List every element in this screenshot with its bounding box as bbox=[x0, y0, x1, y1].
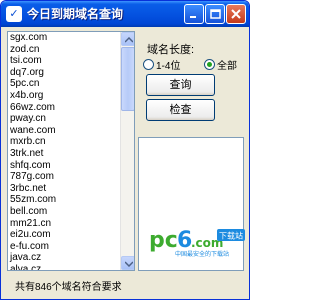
list-item[interactable]: e-fu.com bbox=[10, 241, 118, 253]
list-item[interactable]: java.cz bbox=[10, 252, 118, 264]
list-item[interactable]: x4b.org bbox=[10, 90, 118, 102]
window-title: 今日到期域名查询 bbox=[27, 7, 124, 21]
list-item[interactable]: 5pc.cn bbox=[10, 78, 118, 90]
maximize-button[interactable] bbox=[205, 4, 225, 24]
chevron-down-icon bbox=[125, 261, 133, 267]
scroll-up-button[interactable] bbox=[121, 32, 134, 46]
radio-all-circle[interactable] bbox=[204, 59, 215, 70]
chevron-up-icon bbox=[125, 37, 133, 43]
list-scrollbar[interactable] bbox=[120, 32, 134, 270]
scroll-down-button[interactable] bbox=[121, 256, 134, 270]
query-button[interactable]: 查询 bbox=[146, 74, 215, 96]
domain-list: sgx.com zod.cn tsi.com dq7.org 5pc.cn x4b.org… bbox=[10, 32, 118, 270]
list-item[interactable]: tsi.com bbox=[10, 55, 118, 67]
radio-1-4[interactable]: 1-4位 bbox=[143, 57, 181, 72]
list-item[interactable]: 55zm.com bbox=[10, 194, 118, 206]
minimize-icon bbox=[190, 16, 196, 18]
title-bar[interactable]: ✓ 今日到期域名查询 bbox=[1, 1, 249, 27]
radio-1-4-label: 1-4位 bbox=[156, 61, 181, 72]
pc6-logo: pc 6 .com 下载站 中国最安全的下载站 bbox=[149, 228, 245, 258]
close-button[interactable] bbox=[226, 4, 246, 24]
list-item[interactable]: dq7.org bbox=[10, 67, 118, 79]
list-item[interactable]: 3rbc.net bbox=[10, 183, 118, 195]
list-item[interactable]: mxrb.cn bbox=[10, 136, 118, 148]
list-item[interactable]: bell.com bbox=[10, 206, 118, 218]
svg-text:下载站: 下载站 bbox=[219, 231, 243, 241]
list-item[interactable]: 787g.com bbox=[10, 171, 118, 183]
radio-1-4-circle[interactable] bbox=[143, 59, 154, 70]
list-item[interactable]: alva.cz bbox=[10, 264, 118, 270]
list-item[interactable]: 66wz.com bbox=[10, 102, 118, 114]
maximize-icon bbox=[210, 9, 221, 19]
close-icon bbox=[231, 9, 241, 19]
check-button[interactable]: 检查 bbox=[146, 99, 215, 121]
list-item[interactable]: 3trk.net bbox=[10, 148, 118, 160]
scroll-thumb[interactable] bbox=[121, 47, 134, 111]
svg-text:中国最安全的下载站: 中国最安全的下载站 bbox=[175, 250, 229, 258]
app-window: ✓ 今日到期域名查询 sgx.com zod.cn tsi.com dq7.org 5p… bbox=[0, 0, 250, 300]
pc6-watermark: pc 6 .com 下载站 中国最安全的下载站 bbox=[147, 223, 247, 259]
list-item[interactable]: ei2u.com bbox=[10, 229, 118, 241]
list-item[interactable]: shfq.com bbox=[10, 160, 118, 172]
status-text: 共有846个域名符合要求 bbox=[15, 282, 122, 293]
radio-all-label: 全部 bbox=[217, 61, 237, 72]
list-item[interactable]: zod.cn bbox=[10, 44, 118, 56]
minimize-button[interactable] bbox=[184, 4, 204, 24]
list-item[interactable]: sgx.com bbox=[10, 32, 118, 44]
list-item[interactable]: mm21.cn bbox=[10, 218, 118, 230]
radio-all[interactable]: 全部 bbox=[204, 57, 237, 72]
list-item[interactable]: wane.com bbox=[10, 125, 118, 137]
svg-text:pc: pc bbox=[149, 228, 178, 253]
app-icon: ✓ bbox=[6, 6, 22, 22]
list-item[interactable]: pway.cn bbox=[10, 113, 118, 125]
length-label: 域名长度: bbox=[147, 44, 195, 56]
domain-listbox[interactable]: sgx.com zod.cn tsi.com dq7.org 5pc.cn x4b.org… bbox=[7, 31, 135, 271]
